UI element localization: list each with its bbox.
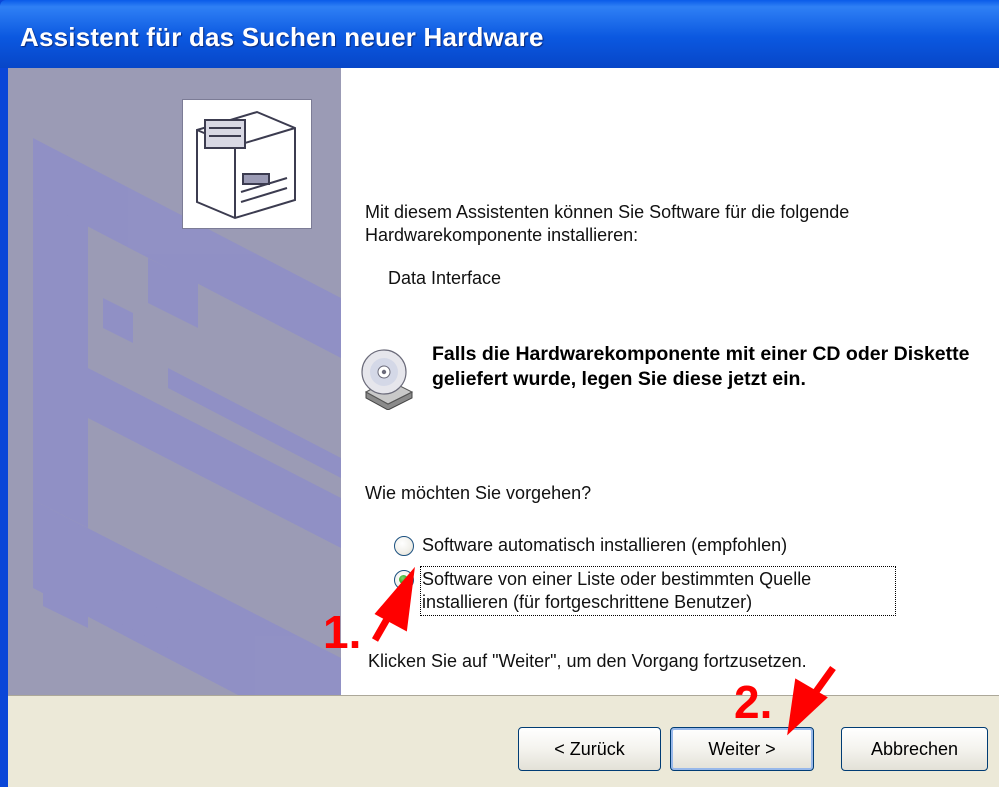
continue-instruction: Klicken Sie auf "Weiter", um den Vorgang… [368,651,807,671]
back-button[interactable]: < Zurück [518,727,661,771]
annotation-step-1: 1. [323,606,362,658]
annotation-step-2: 2. [734,676,773,728]
radio-list-install[interactable] [394,570,414,590]
intro-text: Mit diesem Assistenten können Sie Softwa… [365,202,850,245]
option-list-install-label[interactable]: Software von einer Liste oder bestimmten… [420,566,896,616]
radio-auto-install[interactable] [394,536,414,556]
cd-insert-note: Falls die Hardwarekomponente mit einer C… [432,343,970,390]
option-list-install[interactable]: Software von einer Liste oder bestimmten… [394,566,896,616]
question-label: Wie möchten Sie vorgehen? [365,483,592,503]
option-auto-install-label[interactable]: Software automatisch installieren (empfo… [422,534,787,557]
wizard-side-banner [8,68,341,695]
button-bar: < Zurück Weiter > Abbrechen [8,695,999,787]
window-title: Assistent für das Suchen neuer Hardware [20,22,544,52]
cancel-button[interactable]: Abbrechen [841,727,988,771]
wizard-window: Assistent für das Suchen neuer Hardware [0,0,999,787]
wizard-content: Mit diesem Assistenten können Sie Softwa… [341,68,999,695]
cd-drive-icon [361,349,414,410]
option-auto-install[interactable]: Software automatisch installieren (empfo… [394,534,787,557]
next-button[interactable]: Weiter > [670,727,814,771]
wizard-client-area: Mit diesem Assistenten können Sie Softwa… [8,68,999,787]
hardware-card-icon [182,99,312,229]
title-bar[interactable]: Assistent für das Suchen neuer Hardware [0,0,999,68]
device-name: Data Interface [388,268,502,288]
